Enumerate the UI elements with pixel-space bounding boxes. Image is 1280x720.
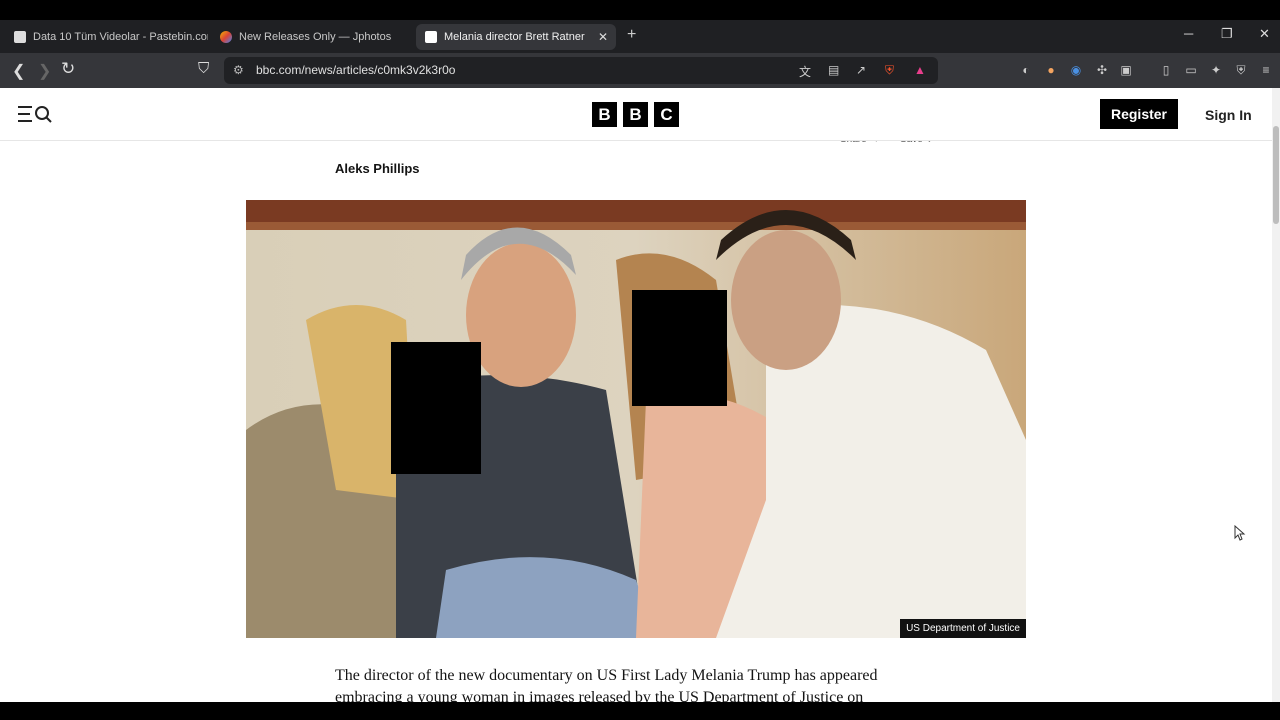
extension-icon[interactable]: ◉ bbox=[1068, 62, 1084, 78]
wallet-icon[interactable]: ▭ bbox=[1183, 62, 1199, 78]
restore-icon[interactable]: ❐ bbox=[1221, 26, 1233, 42]
share-page-icon[interactable]: ↗ bbox=[856, 63, 866, 77]
reader-mode-icon[interactable]: ▤ bbox=[828, 63, 839, 77]
article-photo: US Department of Justice bbox=[246, 200, 1026, 638]
new-tab-button[interactable]: + bbox=[627, 26, 636, 44]
sidebar-icon[interactable]: ▯ bbox=[1158, 62, 1174, 78]
minimize-icon[interactable]: ─ bbox=[1184, 26, 1193, 41]
bbc-page: Share ⋖ Save ⛉ B B C Register Sign In Al… bbox=[0, 88, 1272, 702]
forward-icon[interactable]: ❯ bbox=[38, 61, 51, 81]
register-button[interactable]: Register bbox=[1100, 99, 1178, 129]
image-credit: US Department of Justice bbox=[900, 619, 1026, 638]
close-window-icon[interactable]: ✕ bbox=[1259, 26, 1270, 42]
tab-title: New Releases Only — Jphotos bbox=[239, 31, 392, 43]
url-text[interactable]: bbc.com/news/articles/c0mk3v2k3r0o bbox=[256, 63, 455, 77]
translate-icon[interactable]: 文 bbox=[799, 63, 811, 80]
tab-bar: Data 10 Tüm Videolar - Pastebin.com New … bbox=[0, 20, 1280, 53]
extension-icon[interactable]: ● bbox=[1043, 62, 1059, 78]
sign-in-link[interactable]: Sign In bbox=[1205, 107, 1252, 123]
page-scrollbar[interactable] bbox=[1272, 88, 1280, 702]
tab-pastebin[interactable]: Data 10 Tüm Videolar - Pastebin.com bbox=[8, 24, 208, 50]
browser-toolbar: ❮ ❯ ↻ ⛉ ⚙ bbc.com/news/articles/c0mk3v2k… bbox=[0, 53, 1280, 88]
close-tab-icon[interactable]: ✕ bbox=[598, 30, 608, 44]
menu-icon[interactable]: ≡ bbox=[1258, 62, 1274, 78]
tab-jphotos[interactable]: New Releases Only — Jphotos bbox=[214, 24, 410, 50]
logo-letter: B bbox=[623, 102, 648, 127]
reload-icon[interactable]: ↻ bbox=[61, 59, 75, 79]
bookmark-icon[interactable]: ⛉ bbox=[198, 60, 209, 77]
vpn-icon[interactable]: ⛨ bbox=[1233, 62, 1249, 78]
screenshot-icon[interactable]: ▣ bbox=[1118, 62, 1134, 78]
site-header: B B C Register Sign In bbox=[0, 88, 1272, 141]
menu-search-icon[interactable] bbox=[18, 104, 52, 124]
bbc-logo[interactable]: B B C bbox=[592, 102, 679, 127]
jphotos-favicon-icon bbox=[220, 31, 232, 43]
pastebin-favicon-icon bbox=[14, 31, 26, 43]
logo-letter: C bbox=[654, 102, 679, 127]
extension-icon[interactable]: ◐ bbox=[1018, 62, 1034, 78]
scrollbar-thumb[interactable] bbox=[1273, 126, 1279, 224]
tab-title: Data 10 Tüm Videolar - Pastebin.com bbox=[33, 31, 208, 43]
back-icon[interactable]: ❮ bbox=[12, 61, 25, 81]
screen-top-bar bbox=[0, 0, 1280, 20]
brave-shields-icon[interactable]: ⛨ bbox=[885, 63, 894, 78]
photo-image bbox=[246, 200, 1026, 638]
article-body-paragraph: The director of the new documentary on U… bbox=[335, 667, 878, 702]
tab-title: Melania director Brett Ratner pic bbox=[444, 31, 586, 43]
mouse-cursor-icon bbox=[1234, 525, 1246, 541]
site-settings-icon[interactable]: ⚙ bbox=[233, 63, 244, 77]
tab-bbc-active[interactable]: Melania director Brett Ratner pic ✕ bbox=[416, 24, 616, 50]
logo-letter: B bbox=[592, 102, 617, 127]
address-bar[interactable]: ⚙ bbc.com/news/articles/c0mk3v2k3r0o 文 ▤… bbox=[224, 57, 938, 84]
brave-rewards-icon[interactable]: ▲ bbox=[914, 63, 926, 77]
leo-ai-icon[interactable]: ✦ bbox=[1208, 62, 1224, 78]
author-byline[interactable]: Aleks Phillips bbox=[335, 161, 420, 176]
bbc-favicon-icon bbox=[425, 31, 437, 43]
extensions-puzzle-icon[interactable]: ✣ bbox=[1094, 62, 1110, 78]
screen-bottom-bar bbox=[0, 702, 1280, 720]
